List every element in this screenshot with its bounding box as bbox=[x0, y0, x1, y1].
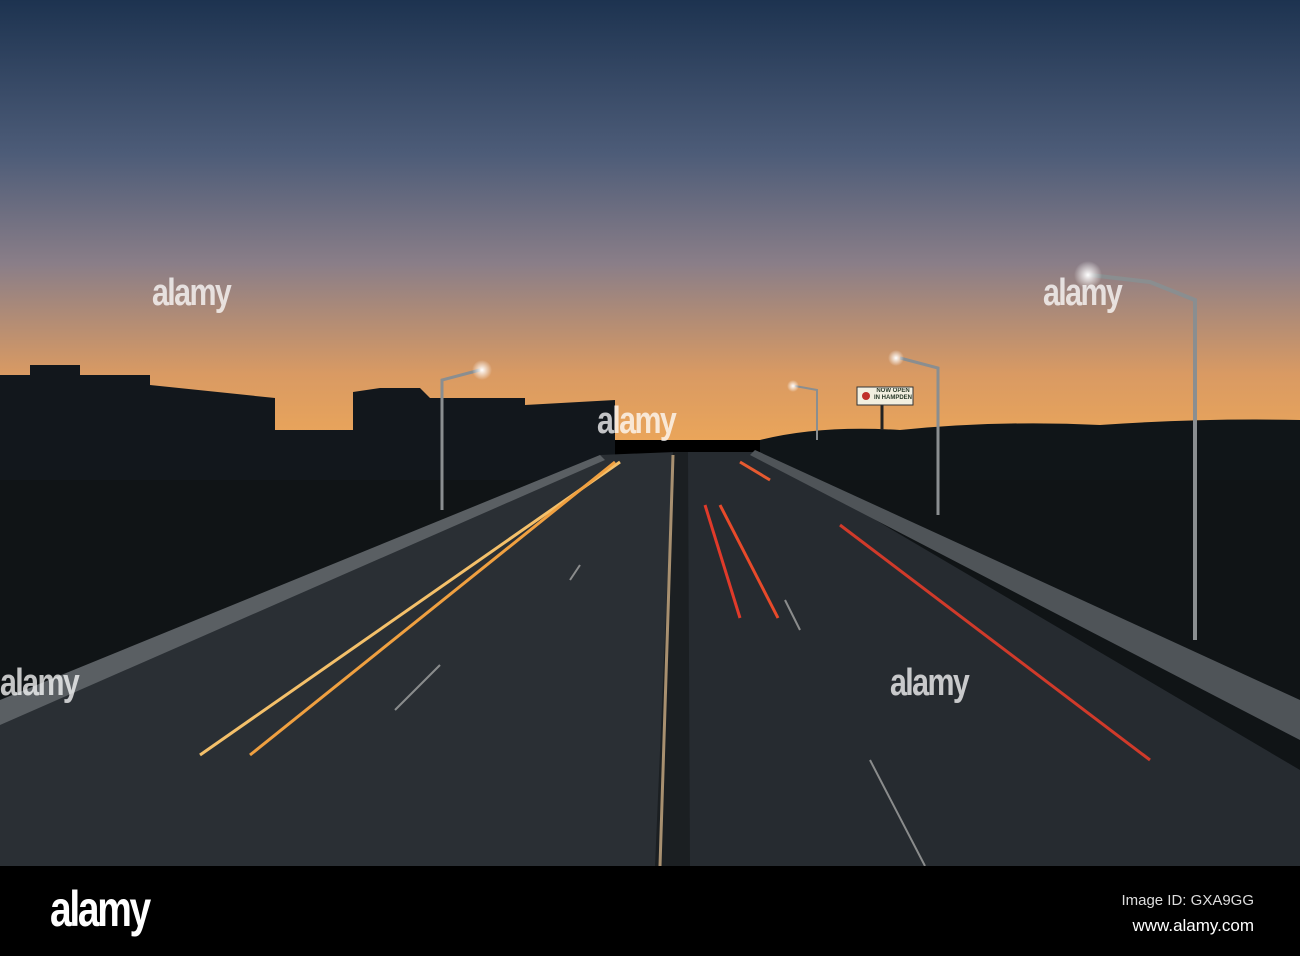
watermark: alamy bbox=[597, 400, 677, 442]
image-id: Image ID: GXA9GG bbox=[1121, 892, 1254, 909]
sky bbox=[0, 0, 1300, 440]
watermark: alamy bbox=[890, 662, 970, 704]
stock-photo: NOW OPEN IN HAMPDEN alamy alamy alamy al… bbox=[0, 0, 1300, 956]
site-url[interactable]: www.alamy.com bbox=[1132, 916, 1254, 936]
watermark: alamy bbox=[0, 662, 80, 704]
watermark: alamy bbox=[152, 272, 232, 314]
footer-bar: alamy Image ID: GXA9GG www.alamy.com bbox=[0, 866, 1300, 956]
alamy-logo: alamy bbox=[50, 881, 151, 937]
watermark: alamy bbox=[1043, 272, 1123, 314]
billboard-text: NOW OPEN IN HAMPDEN bbox=[874, 388, 912, 401]
